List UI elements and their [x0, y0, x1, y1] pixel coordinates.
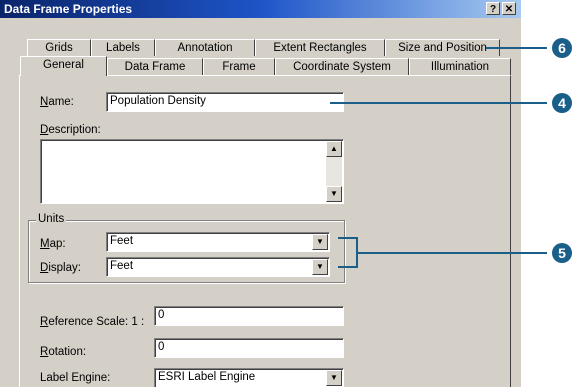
display-units-label: Display: [40, 262, 81, 274]
tab-frame[interactable]: Frame [203, 58, 275, 75]
display-units-select[interactable]: Feet [106, 257, 330, 277]
scroll-down-arrow-icon[interactable]: ▼ [326, 186, 342, 202]
label-engine-select[interactable]: ESRI Label Engine [154, 368, 344, 387]
data-frame-properties-dialog: Data Frame Properties ? ✕ Grids Labels A… [0, 0, 521, 387]
help-button[interactable]: ? [486, 2, 500, 15]
tab-data-frame[interactable]: Data Frame [107, 58, 203, 75]
callout-6-line [486, 47, 547, 49]
callout-4-line [330, 102, 547, 104]
name-input[interactable]: Population Density [106, 92, 344, 112]
close-button[interactable]: ✕ [502, 2, 516, 15]
rotation-input[interactable]: 0 [154, 338, 344, 358]
description-textarea[interactable] [40, 139, 344, 204]
name-label: Name: [40, 96, 74, 108]
tab-illumination[interactable]: Illumination [409, 58, 511, 75]
callout-6-badge: 6 [552, 38, 572, 58]
chevron-down-icon[interactable]: ▼ [312, 259, 328, 275]
callout-5-badge: 5 [552, 243, 572, 263]
label-engine-label: Label Engine: [40, 372, 111, 384]
map-units-select[interactable]: Feet [106, 232, 330, 252]
tab-labels[interactable]: Labels [91, 39, 155, 56]
tab-general[interactable]: General [20, 56, 107, 76]
chevron-down-icon[interactable]: ▼ [312, 234, 328, 250]
callout-4-badge: 4 [552, 93, 572, 113]
reference-scale-label: Reference Scale: 1 : [40, 316, 145, 328]
callout-5-line-bottom [338, 266, 358, 268]
tab-annotation[interactable]: Annotation [155, 39, 255, 56]
map-units-label: Map: [40, 238, 66, 250]
tab-grids[interactable]: Grids [27, 39, 91, 56]
tab-coordinate-system[interactable]: Coordinate System [275, 58, 409, 75]
units-group-label: Units [36, 213, 67, 225]
tab-size-and-position[interactable]: Size and Position [385, 39, 500, 56]
tab-extent-rectangles[interactable]: Extent Rectangles [255, 39, 385, 56]
window-title: Data Frame Properties [4, 2, 133, 16]
callout-5-line [356, 252, 547, 254]
chevron-down-icon[interactable]: ▼ [326, 370, 342, 386]
title-bar[interactable]: Data Frame Properties ? ✕ [0, 0, 521, 18]
description-label: Description: [40, 124, 101, 136]
reference-scale-input[interactable]: 0 [154, 306, 344, 326]
callout-5-line-top [338, 237, 358, 239]
rotation-label: Rotation: [40, 346, 87, 358]
scroll-up-arrow-icon[interactable]: ▲ [326, 141, 342, 157]
